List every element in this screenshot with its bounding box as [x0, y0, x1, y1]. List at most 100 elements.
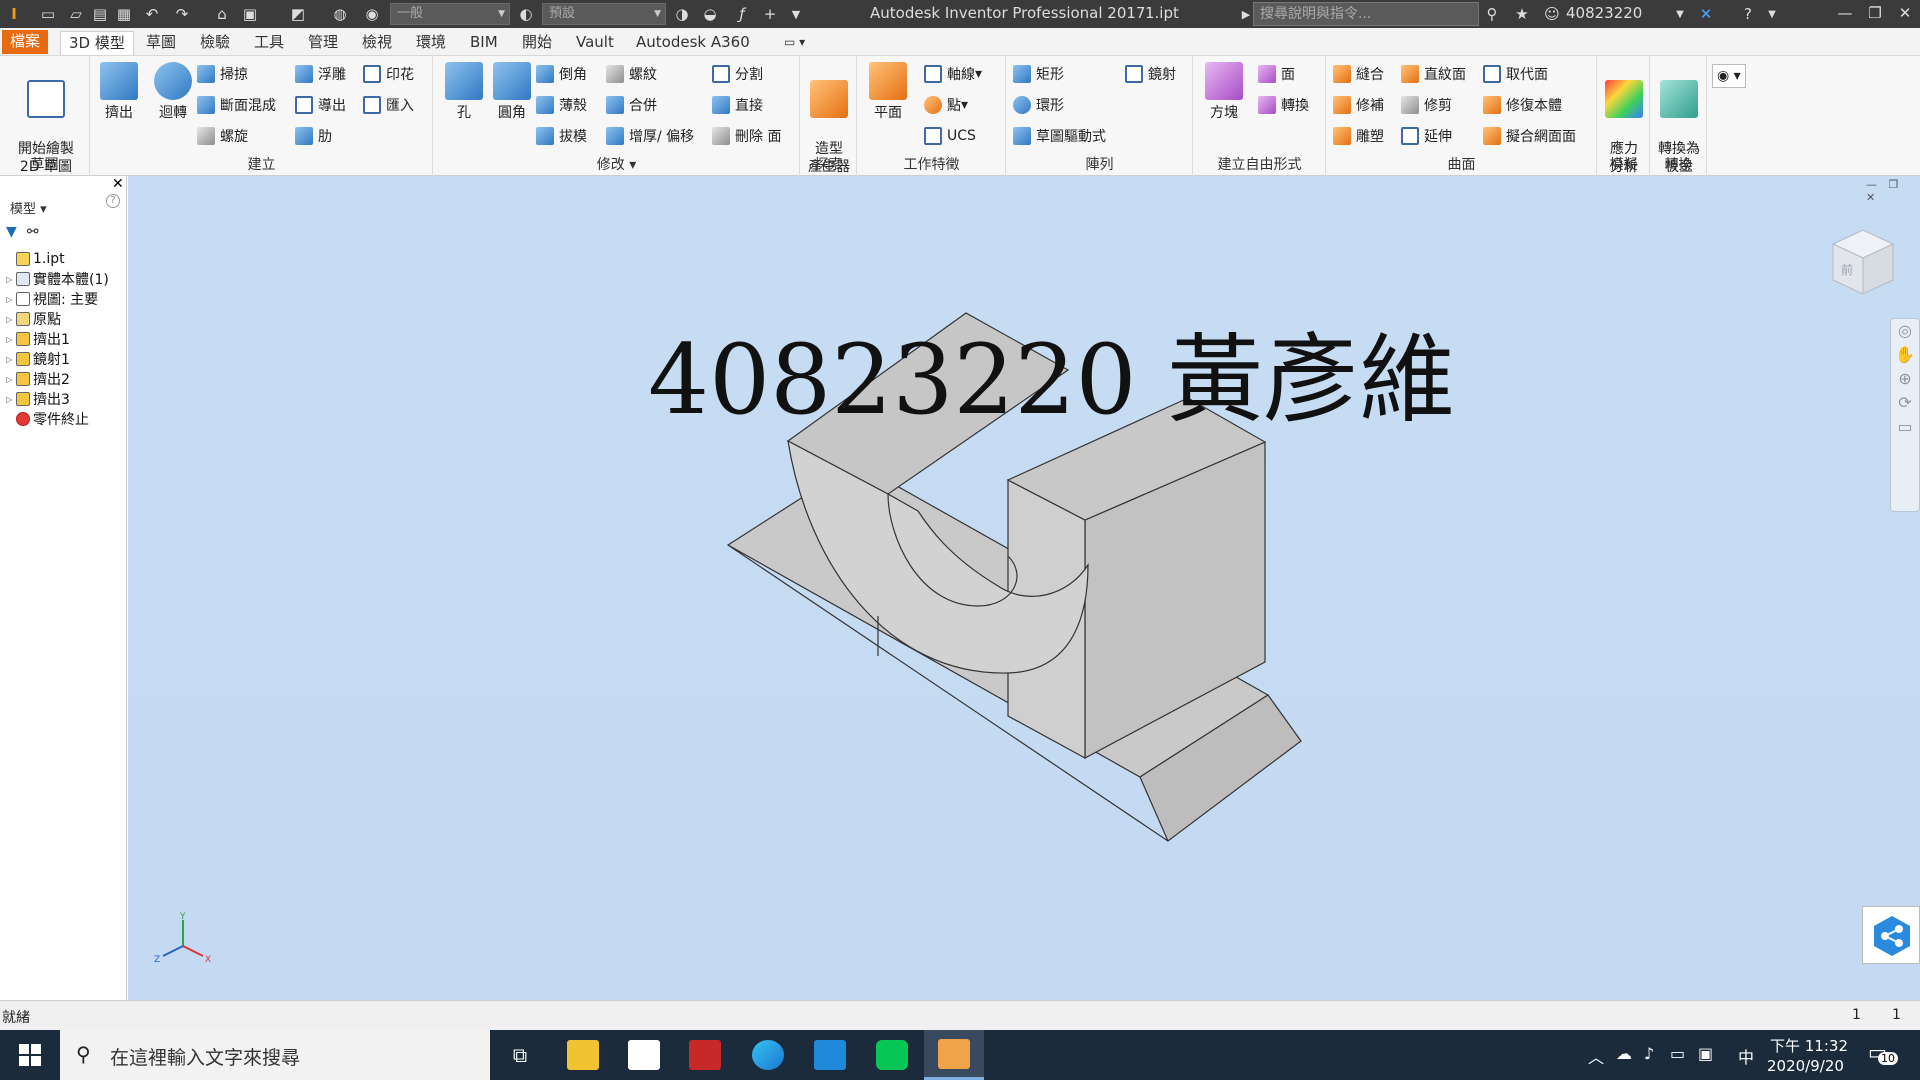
coil-button[interactable]: 螺旋 — [197, 124, 248, 148]
sculpt-button[interactable]: 雕塑 — [1333, 124, 1384, 148]
adjust-appearance-icon[interactable]: ◑ — [672, 4, 692, 24]
select-icon[interactable]: ◩ — [288, 4, 308, 24]
expand-icon[interactable]: ▷ — [6, 335, 16, 344]
tab-file[interactable]: 檔案 — [2, 30, 49, 54]
ucs-button[interactable]: UCS — [924, 124, 976, 148]
color-wheel-icon[interactable]: ◉ — [362, 4, 382, 24]
help-search-input[interactable]: 搜尋說明與指令... — [1253, 2, 1479, 26]
expand-icon[interactable]: ▷ — [6, 375, 16, 384]
loft-button[interactable]: 斷面混成 — [197, 93, 276, 117]
expand-icon[interactable]: ▷ — [6, 275, 16, 284]
browser-close-icon[interactable]: ✕ — [112, 176, 124, 192]
tree-item-origin[interactable]: ▷ 原點 — [6, 310, 61, 328]
browser-title-dropdown[interactable]: 模型 ▾ — [10, 198, 47, 217]
update-icon[interactable]: ▣ — [240, 4, 260, 24]
rectangular-pattern-button[interactable]: 矩形 — [1013, 62, 1064, 86]
tab-vault[interactable]: Vault — [568, 31, 622, 55]
tree-item-solid-bodies[interactable]: ▷ 實體本體(1) — [6, 270, 109, 288]
part-model[interactable] — [128, 176, 1920, 1000]
fillet-button[interactable]: 圓角 — [484, 62, 540, 122]
appearance-combo[interactable]: 預設 ▼ — [542, 3, 666, 25]
extend-button[interactable]: 延伸 — [1401, 124, 1452, 148]
clear-appearance-icon[interactable]: ◒ — [700, 4, 720, 24]
patch-button[interactable]: 修補 — [1333, 93, 1384, 117]
chamfer-button[interactable]: 倒角 — [536, 62, 587, 86]
user-dropdown-icon[interactable]: ▼ — [1670, 4, 1690, 24]
replace-face-button[interactable]: 取代面 — [1483, 62, 1548, 86]
search-icon[interactable]: ⚲ — [1482, 4, 1502, 24]
browser-help-icon[interactable]: ? — [106, 194, 120, 208]
decal-button[interactable]: 印花 — [363, 62, 414, 86]
emboss-button[interactable]: 浮雕 — [295, 62, 346, 86]
view-cube[interactable]: 前 — [1823, 222, 1903, 302]
orbit-icon[interactable]: ⟳ — [1891, 391, 1919, 415]
tab-bim[interactable]: BIM — [462, 31, 506, 55]
import-button[interactable]: 匯入 — [363, 93, 414, 117]
settings-icon[interactable]: ◍ — [330, 4, 350, 24]
inventor-app[interactable] — [924, 1030, 984, 1080]
ime-indicator[interactable]: 中 — [1738, 1044, 1754, 1068]
user-icon[interactable]: ☺ — [1542, 4, 1562, 24]
tab-manage[interactable]: 管理 — [300, 31, 346, 55]
shell-button[interactable]: 薄殼 — [536, 93, 587, 117]
freeform-face-button[interactable]: 面 — [1258, 62, 1295, 86]
thicken-offset-button[interactable]: 增厚/ 偏移 — [606, 124, 694, 148]
restore-icon[interactable]: ❐ — [1860, 0, 1890, 28]
open-file-icon[interactable]: ▱ — [66, 4, 86, 24]
look-at-icon[interactable]: ▭ — [1891, 415, 1919, 439]
inventor-logo-icon[interactable]: I — [4, 4, 24, 24]
onedrive-cloud-icon[interactable]: ☁ — [1616, 1044, 1632, 1063]
tree-item-part[interactable]: 1.ipt — [6, 250, 65, 268]
draft-button[interactable]: 拔模 — [536, 124, 587, 148]
parameters-icon[interactable]: ƒ — [732, 4, 752, 24]
panel-toggle-icon[interactable]: ▭ ▾ — [776, 31, 813, 55]
thread-button[interactable]: 螺紋 — [606, 62, 657, 86]
zoom-icon[interactable]: ⊕ — [1891, 367, 1919, 391]
ribbon-options-dropdown[interactable]: ◉ ▾ — [1712, 64, 1746, 88]
exchange-apps-icon[interactable]: ✕ — [1696, 4, 1716, 24]
rib-button[interactable]: 肋 — [295, 124, 332, 148]
panel-title-modify[interactable]: 修改 ▾ — [434, 154, 799, 174]
notification-center-button[interactable]: ▭ 10 — [1868, 1040, 1898, 1070]
filter-icon[interactable]: ▼ — [6, 224, 17, 240]
new-file-icon[interactable]: ▭ — [38, 4, 58, 24]
tab-environments[interactable]: 環境 — [408, 31, 454, 55]
open-folder-icon[interactable]: ▤ — [90, 4, 110, 24]
mail-app[interactable] — [800, 1030, 860, 1080]
edge-app[interactable] — [738, 1030, 798, 1080]
repair-bodies-button[interactable]: 修復本體 — [1483, 93, 1562, 117]
help-icon[interactable]: ? — [1738, 4, 1758, 24]
undo-icon[interactable]: ↶ — [142, 4, 162, 24]
start-button[interactable] — [0, 1030, 60, 1080]
delete-face-button[interactable]: 刪除 面 — [712, 124, 781, 148]
tree-item-extrude1[interactable]: ▷ 擠出1 — [6, 330, 70, 348]
derive-button[interactable]: 導出 — [295, 93, 346, 117]
circular-pattern-button[interactable]: 環形 — [1013, 93, 1064, 117]
sketch-driven-pattern-button[interactable]: 草圖驅動式 — [1013, 124, 1106, 148]
close-icon[interactable]: ✕ — [1890, 0, 1920, 28]
tab-view[interactable]: 檢視 — [354, 31, 400, 55]
tab-3d-model[interactable]: 3D 模型 — [60, 31, 134, 55]
trim-button[interactable]: 修剪 — [1401, 93, 1452, 117]
tab-a360[interactable]: Autodesk A360 — [628, 31, 758, 55]
plane-button[interactable]: 平面 — [860, 62, 916, 122]
tree-item-view[interactable]: ▷ 視圖: 主要 — [6, 290, 98, 308]
taskbar-search-input[interactable]: ⚲ 在這裡輸入文字來搜尋 — [60, 1030, 490, 1080]
tree-item-extrude3[interactable]: ▷ 擠出3 — [6, 390, 70, 408]
find-binoculars-icon[interactable]: ⚯ — [27, 224, 39, 240]
tree-item-mirror1[interactable]: ▷ 鏡射1 — [6, 350, 70, 368]
combine-button[interactable]: 合併 — [606, 93, 657, 117]
redo-icon[interactable]: ↷ — [172, 4, 192, 24]
user-name[interactable]: 40823220 — [1566, 4, 1642, 22]
store-app[interactable] — [614, 1030, 674, 1080]
minimize-icon[interactable]: — — [1830, 0, 1860, 28]
clock-time[interactable]: 下午 11:32 — [1770, 1035, 1848, 1056]
volume-icon[interactable]: ♪ — [1644, 1044, 1654, 1063]
network-icon[interactable]: ▣ — [1698, 1044, 1713, 1063]
file-explorer-app[interactable] — [553, 1030, 613, 1080]
pan-hand-icon[interactable]: ✋ — [1891, 343, 1919, 367]
point-button[interactable]: 點 ▾ — [924, 93, 968, 117]
tab-sketch[interactable]: 草圖 — [138, 31, 184, 55]
extrude-button[interactable]: 擠出 — [91, 62, 147, 122]
split-button[interactable]: 分割 — [712, 62, 763, 86]
